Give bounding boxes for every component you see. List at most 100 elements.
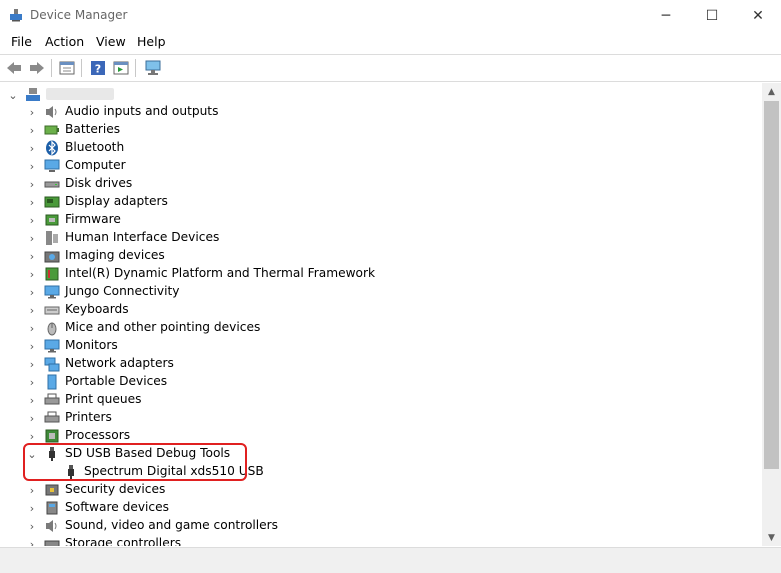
keyboard-icon <box>44 306 60 315</box>
properties-icon <box>59 61 75 75</box>
display-adapter-icon <box>44 196 60 208</box>
tree-item-label: Keyboards <box>65 302 129 316</box>
printer-icon <box>44 411 60 423</box>
device-category[interactable]: › Bluetooth <box>0 139 761 157</box>
device-category[interactable]: › Audio inputs and outputs <box>0 103 761 121</box>
forward-button[interactable] <box>27 58 47 78</box>
security-icon <box>45 484 59 496</box>
chevron-down-icon[interactable]: ⌄ <box>7 88 19 102</box>
details-button[interactable] <box>111 58 131 78</box>
toolbar-separator <box>81 59 82 77</box>
tree-item-label: Jungo Connectivity <box>65 284 180 298</box>
speaker-icon <box>46 520 57 532</box>
chevron-right-icon[interactable]: › <box>26 501 38 515</box>
chevron-right-icon[interactable]: › <box>26 195 38 209</box>
chevron-right-icon[interactable]: › <box>26 429 38 443</box>
menu-action[interactable]: Action <box>45 34 84 49</box>
device-category[interactable]: › Display adapters <box>0 193 761 211</box>
chevron-right-icon[interactable]: › <box>26 285 38 299</box>
device-category[interactable]: › Storage controllers <box>0 535 761 546</box>
help-button[interactable]: ? <box>88 58 108 78</box>
scrollbar-thumb[interactable] <box>764 101 779 469</box>
chevron-right-icon[interactable]: › <box>26 537 38 547</box>
monitor-icon <box>44 285 60 299</box>
chevron-right-icon[interactable]: › <box>26 105 38 119</box>
mouse-icon <box>47 322 57 336</box>
device-category[interactable]: › Keyboards <box>0 301 761 319</box>
computer-icon <box>44 159 60 172</box>
scan-hardware-button[interactable] <box>143 58 163 78</box>
chevron-right-icon[interactable]: › <box>26 357 38 371</box>
device-category[interactable]: › Portable Devices <box>0 373 761 391</box>
menu-view[interactable]: View <box>96 34 126 49</box>
computer-root-icon <box>26 88 40 101</box>
chevron-right-icon[interactable]: › <box>26 123 38 137</box>
chevron-right-icon[interactable]: › <box>26 393 38 407</box>
monitor-icon <box>44 339 60 353</box>
processor-icon <box>45 429 59 443</box>
battery-icon <box>44 125 59 135</box>
chevron-right-icon[interactable]: › <box>26 339 38 353</box>
chevron-right-icon[interactable]: › <box>26 141 38 155</box>
menu-help[interactable]: Help <box>137 34 166 49</box>
device-manager-icon <box>10 9 22 22</box>
tree-item-label: Intel(R) Dynamic Platform and Thermal Fr… <box>65 266 376 280</box>
device-category[interactable]: › Disk drives <box>0 175 761 193</box>
close-icon: ✕ <box>752 7 764 24</box>
scan-hardware-icon <box>145 60 161 75</box>
vertical-scrollbar[interactable]: ▲ ▼ <box>762 83 781 546</box>
device-category[interactable]: › Software devices <box>0 499 761 517</box>
device-category[interactable]: › Batteries <box>0 121 761 139</box>
chevron-right-icon[interactable]: › <box>26 177 38 191</box>
tree-root[interactable]: ⌄ <box>0 86 761 104</box>
tree-item-label: Network adapters <box>65 356 174 370</box>
chevron-right-icon[interactable]: › <box>26 303 38 317</box>
scroll-down-icon[interactable]: ▼ <box>762 529 781 546</box>
device-category[interactable]: › Monitors <box>0 337 761 355</box>
device-category[interactable]: › Printers <box>0 409 761 427</box>
device-category[interactable]: › Mice and other pointing devices <box>0 319 761 337</box>
menu-file[interactable]: File <box>11 34 32 49</box>
tree-item-label: Software devices <box>65 500 169 514</box>
back-icon <box>7 62 21 74</box>
properties-button[interactable] <box>57 58 77 78</box>
tree-item-label: Portable Devices <box>65 374 168 388</box>
chevron-right-icon[interactable]: › <box>26 411 38 425</box>
chevron-right-icon[interactable]: › <box>26 231 38 245</box>
thermal-icon <box>45 267 59 281</box>
chevron-right-icon[interactable]: › <box>26 213 38 227</box>
device-category[interactable]: › Firmware <box>0 211 761 229</box>
chevron-right-icon[interactable]: › <box>26 375 38 389</box>
chevron-right-icon[interactable]: › <box>26 483 38 497</box>
device-category[interactable]: › Intel(R) Dynamic Platform and Thermal F… <box>0 265 761 283</box>
device-category[interactable]: › Security devices <box>0 481 761 499</box>
device-category[interactable]: › Computer <box>0 157 761 175</box>
maximize-button[interactable]: ☐ <box>689 0 735 31</box>
chevron-right-icon[interactable]: › <box>26 519 38 533</box>
device-category[interactable]: › Sound, video and game controllers <box>0 517 761 535</box>
hid-icon <box>46 231 58 245</box>
close-button[interactable]: ✕ <box>735 0 781 31</box>
tree-item-label: Audio inputs and outputs <box>65 104 219 118</box>
chevron-right-icon[interactable]: › <box>26 159 38 173</box>
device-category[interactable]: › Network adapters <box>0 355 761 373</box>
tree-item-label: Security devices <box>65 482 166 496</box>
chevron-right-icon[interactable]: › <box>26 321 38 335</box>
scroll-up-icon[interactable]: ▲ <box>762 83 781 100</box>
camera-icon <box>44 251 60 263</box>
back-button[interactable] <box>4 58 24 78</box>
device-category[interactable]: › Human Interface Devices <box>0 229 761 247</box>
device-category[interactable]: › Imaging devices <box>0 247 761 265</box>
toolbar-separator <box>51 59 52 77</box>
device-category[interactable]: › Jungo Connectivity <box>0 283 761 301</box>
tree-item-label: Print queues <box>65 392 142 406</box>
chevron-right-icon[interactable]: › <box>26 249 38 263</box>
device-category[interactable]: › Print queues <box>0 391 761 409</box>
minimize-button[interactable]: ─ <box>643 0 689 31</box>
tree-item-label: Display adapters <box>65 194 168 208</box>
tree-item-label: Computer <box>65 158 126 172</box>
svg-text:?: ? <box>95 63 101 76</box>
tree-item-label: Disk drives <box>65 176 133 190</box>
redacted-computer-name <box>46 88 114 100</box>
chevron-right-icon[interactable]: › <box>26 267 38 281</box>
